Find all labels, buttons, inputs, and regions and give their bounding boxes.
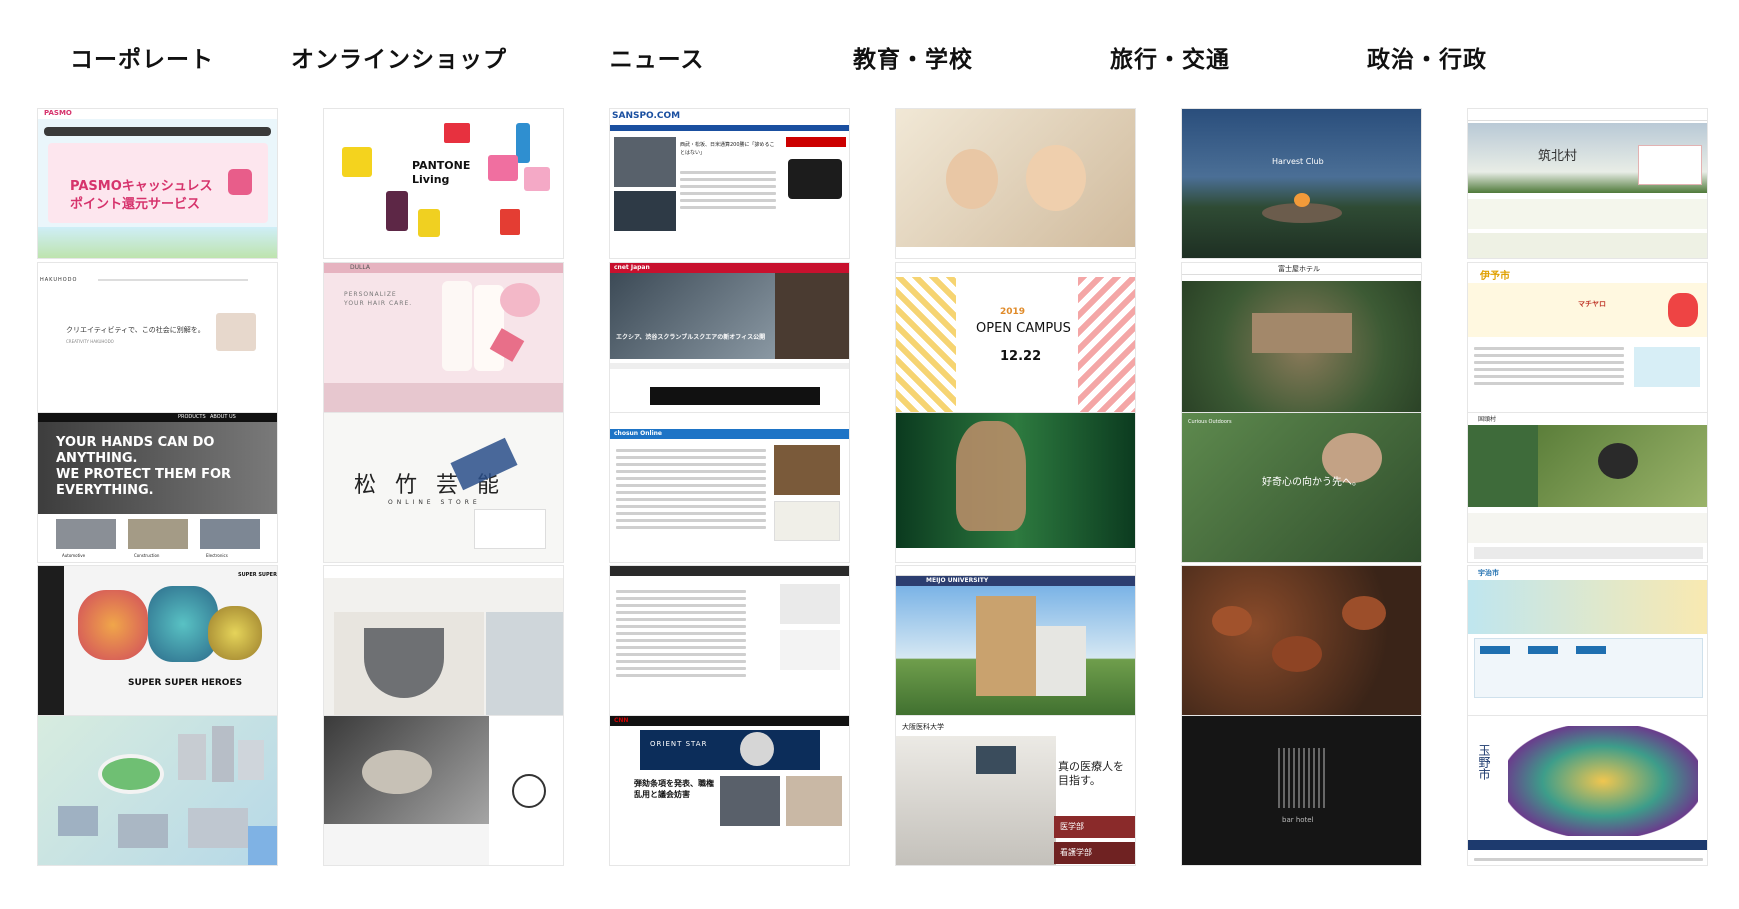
shoei-nav-about: ABOUT US (210, 414, 236, 420)
iyo-mascot: マチヤロ (1578, 300, 1606, 308)
thumb-pantone[interactable]: PANTONE Living (323, 108, 564, 259)
sanspo-headline: 西武・松坂、日米通算200勝に「諦めることはない」 (680, 142, 775, 156)
meijo-logo: MEIJO UNIVERSITY (926, 577, 989, 584)
shoei-line1: YOUR HANDS CAN DO (56, 435, 215, 450)
thumb-sports-girl[interactable] (895, 412, 1136, 563)
shoei-line2: ANYTHING. (56, 451, 138, 466)
hakuhodo-sub: CREATIVITY HAKUHODO (66, 339, 114, 344)
thumb-hakuhodo[interactable]: HAKUHODO クリエイティビティで、この社会に別解を。 CREATIVITY… (37, 262, 278, 413)
column-title-news: ニュース (609, 47, 705, 73)
thumb-kunigami[interactable]: 国頭村 (1467, 412, 1708, 563)
thumb-shoei[interactable]: PRODUCTS ABOUT US YOUR HANDS CAN DO ANYT… (37, 412, 278, 563)
omc-btn2: 看護学部 (1060, 848, 1092, 857)
thumb-barhotel[interactable]: bar hotel (1181, 715, 1422, 866)
sanspo-logo: SANSPO.COM (612, 111, 681, 121)
omc-logo: 大阪医科大学 (902, 723, 944, 731)
pantone-brand: PANTONE (412, 159, 471, 172)
hakuhodo-tagline: クリエイティビティで、この社会に別解を。 (66, 326, 205, 334)
pasmo-headline: PASMOキャッシュレス (70, 179, 213, 194)
chikuhoku-name: 筑北村 (1538, 149, 1578, 164)
kyoto-date: 12.22 (1000, 349, 1042, 364)
thumb-shop-craft[interactable] (323, 565, 564, 716)
thumb-cnet[interactable]: cnet Japan エクシア、渋谷スクランブルスクエアの新オフィス公開 (609, 262, 850, 413)
kunigami-name: 国頭村 (1478, 416, 1497, 423)
kyoto-title: OPEN CAMPUS (976, 321, 1071, 336)
thumb-chosun[interactable]: chosun Online (609, 412, 850, 563)
pantone-sub: Living (412, 173, 450, 186)
thumb-pasmo[interactable]: PASMO PASMOキャッシュレス ポイント還元サービス (37, 108, 278, 259)
shoei-cat-electronics: Electronics (206, 553, 228, 558)
column-title-corporate: コーポレート (70, 47, 214, 73)
uji-name: 宇治市 (1478, 569, 1499, 577)
pasmo-logo: PASMO (44, 109, 72, 117)
chosun-logo: chosun Online (614, 430, 662, 437)
thumb-shochiku[interactable]: 松 竹 芸 能 ONLINE STORE (323, 412, 564, 563)
iyo-name: 伊予市 (1480, 271, 1510, 282)
barhotel-logo: bar hotel (1282, 816, 1314, 824)
hakuhodo-logo: HAKUHODO (40, 277, 78, 283)
tamano-name: 玉野市 (1477, 744, 1491, 780)
thumb-curious[interactable]: Curious Outdoors 好奇心の向かう先へ。 (1181, 412, 1422, 563)
dulla-brand: DULLA (350, 264, 370, 271)
thumb-corporate-city[interactable] (37, 715, 278, 866)
thumb-shop-pottery[interactable] (323, 715, 564, 866)
thumb-omc[interactable]: 大阪医科大学 真の医療人を目指す。 医学部 看護学部 (895, 715, 1136, 866)
shochiku-sub: ONLINE STORE (388, 499, 481, 506)
curious-logo: Curious Outdoors (1188, 419, 1232, 425)
pasmo-headline2: ポイント還元サービス (70, 197, 201, 212)
thumb-chickens[interactable] (1181, 565, 1422, 716)
shoei-line3: WE PROTECT THEM FOR (56, 467, 232, 482)
fujiya-logo: 富士屋ホテル (1278, 265, 1320, 273)
thumb-meijo[interactable]: MEIJO UNIVERSITY (895, 565, 1136, 716)
shoei-line4: EVERYTHING. (56, 483, 154, 498)
thumb-chikuhoku[interactable]: 筑北村 (1467, 108, 1708, 259)
thumb-iyo[interactable]: 伊予市 マチヤロ (1467, 262, 1708, 413)
thumb-kyoto-univ[interactable]: 2019 OPEN CAMPUS 12.22 (895, 262, 1136, 413)
thumb-harvest[interactable]: Harvest Club (1181, 108, 1422, 259)
kyoto-year: 2019 (1000, 307, 1026, 317)
thumb-sanspo[interactable]: SANSPO.COM 西武・松坂、日米通算200勝に「諦めることはない」 (609, 108, 850, 259)
omc-btn1: 医学部 (1060, 822, 1084, 831)
thumb-news-list[interactable] (609, 565, 850, 716)
thumb-dulla[interactable]: DULLA PERSONALIZE YOUR HAIR CARE. (323, 262, 564, 413)
thumb-fujiya[interactable]: 富士屋ホテル (1181, 262, 1422, 413)
cnet-logo: cnet Japan (614, 264, 650, 271)
thumb-supersuper[interactable]: SUPER SUPER SUPER SUPER HEROES (37, 565, 278, 716)
harvest-logo: Harvest Club (1272, 157, 1324, 166)
thumb-uji[interactable]: 宇治市 (1467, 565, 1708, 716)
supersuper-logo: SUPER SUPER (238, 572, 277, 578)
cnn-headline: 弾劾条項を発表、職権乱用と議会妨害 (634, 779, 714, 799)
dulla-copy1: PERSONALIZE (344, 291, 397, 298)
shoei-cat-automotive: Automotive (62, 553, 86, 558)
cnn-ad: ORIENT STAR (650, 740, 708, 748)
thumb-kids-school[interactable] (895, 108, 1136, 259)
dulla-copy2: YOUR HAIR CARE. (344, 300, 413, 307)
supersuper-title: SUPER SUPER HEROES (128, 678, 243, 688)
omc-copy: 真の医療人を目指す。 (1058, 760, 1124, 787)
column-title-online-shop: オンラインショップ (291, 47, 507, 73)
column-title-travel: 旅行・交通 (1110, 47, 1230, 73)
thumb-cnn[interactable]: CNN ORIENT STAR 弾劾条項を発表、職権乱用と議会妨害 (609, 715, 850, 866)
shoei-cat-construction: Construction (134, 553, 160, 558)
cnet-headline: エクシア、渋谷スクランブルスクエアの新オフィス公開 (616, 334, 766, 341)
column-title-education: 教育・学校 (853, 47, 973, 73)
shoei-nav-products: PRODUCTS (178, 414, 206, 420)
thumb-tamano[interactable]: 玉野市 (1467, 715, 1708, 866)
column-title-government: 政治・行政 (1367, 47, 1487, 73)
cnn-logo: CNN (614, 717, 629, 724)
curious-copy: 好奇心の向かう先へ。 (1262, 477, 1362, 488)
